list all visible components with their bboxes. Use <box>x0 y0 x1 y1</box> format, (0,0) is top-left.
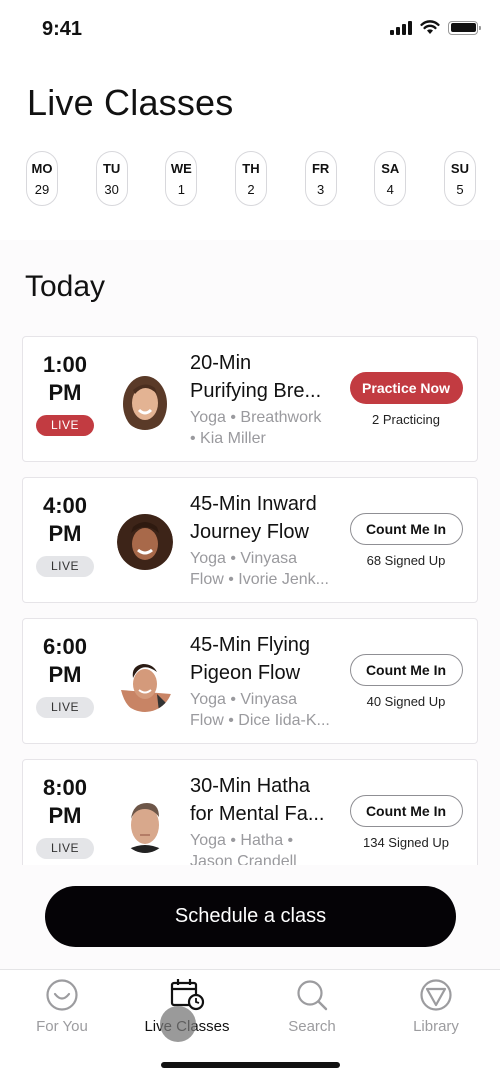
day-number: 3 <box>317 181 325 197</box>
day-name: FR <box>311 160 330 176</box>
class-title: Pigeon Flow <box>190 662 301 684</box>
battery-icon <box>448 20 481 35</box>
class-action: Count Me In 68 Signed Up <box>349 513 463 568</box>
schedule-class-button[interactable]: Schedule a class <box>45 886 456 947</box>
class-info: 45-Min Inward Journey Flow Yoga • Vinyas… <box>190 490 350 590</box>
class-title: Journey Flow <box>190 521 309 543</box>
class-list-area[interactable]: Today 1:00 PM LIVE 20-Min Purifying Bre.… <box>0 240 500 970</box>
class-info: 20-Min Purifying Bre... Yoga • Breathwor… <box>190 349 350 449</box>
smile-icon <box>46 979 78 1011</box>
day-name: SU <box>450 160 469 176</box>
class-time: 6:00 PM LIVE <box>23 633 107 718</box>
count-me-in-button[interactable]: Count Me In <box>349 795 463 827</box>
page-title: Live Classes <box>27 82 234 123</box>
tab-label: Library <box>413 1018 459 1035</box>
day-number: 1 <box>177 181 185 197</box>
class-time: 1:00 PM LIVE <box>23 351 107 436</box>
touch-indicator <box>160 1006 196 1042</box>
practice-now-button[interactable]: Practice Now <box>349 372 463 404</box>
day-pill-sa[interactable]: SA 4 <box>374 151 407 206</box>
day-number: 5 <box>456 181 464 197</box>
day-pill-mo[interactable]: MO 29 <box>26 151 58 206</box>
tab-library[interactable]: Library <box>381 978 491 1035</box>
day-number: 4 <box>386 181 394 197</box>
day-name: MO <box>31 160 53 176</box>
class-action: Practice Now 2 Practicing <box>349 372 463 427</box>
tab-search[interactable]: Search <box>257 978 367 1035</box>
day-number: 29 <box>34 181 50 197</box>
time-hour: 1:00 <box>42 352 88 377</box>
live-badge: LIVE <box>36 415 94 436</box>
instructor-avatar <box>117 513 173 571</box>
day-name: TU <box>102 160 121 176</box>
count-me-in-button[interactable]: Count Me In <box>349 513 463 545</box>
day-pill-fr[interactable]: FR 3 <box>304 151 337 206</box>
live-badge: LIVE <box>36 838 94 859</box>
day-number: 2 <box>247 181 255 197</box>
day-pill-tu[interactable]: TU 30 <box>95 151 128 206</box>
class-title: 30-Min Hatha <box>190 775 311 797</box>
day-pill-su[interactable]: SU 5 <box>443 151 476 206</box>
time-ampm: PM <box>48 662 82 687</box>
class-title: 45-Min Flying <box>190 634 311 656</box>
class-meta: Yoga • Vinyasa <box>190 550 298 567</box>
class-meta: Yoga • Hatha • <box>190 832 294 849</box>
class-title: for Mental Fa... <box>190 803 325 825</box>
tab-for-you[interactable]: For You <box>7 978 117 1035</box>
instructor-avatar <box>119 372 171 430</box>
class-meta: • Kia Miller <box>190 430 266 447</box>
time-ampm: PM <box>48 803 82 828</box>
class-time: 8:00 PM LIVE <box>23 774 107 859</box>
day-name: TH <box>242 160 260 176</box>
library-triangle-icon <box>420 979 452 1011</box>
class-action: Count Me In 40 Signed Up <box>349 654 463 709</box>
participant-count: 2 Practicing <box>372 412 440 427</box>
wifi-icon <box>420 20 440 34</box>
time-hour: 4:00 <box>42 493 88 518</box>
status-time: 9:41 <box>42 18 83 40</box>
participant-count: 68 Signed Up <box>366 553 446 568</box>
day-number: 30 <box>104 181 119 197</box>
time-hour: 6:00 <box>42 634 88 659</box>
class-title: 45-Min Inward <box>190 493 317 515</box>
time-ampm: PM <box>48 521 82 546</box>
cellular-signal-icon <box>390 20 412 35</box>
time-ampm: PM <box>48 380 82 405</box>
count-me-in-button[interactable]: Count Me In <box>349 654 463 686</box>
class-card[interactable]: 4:00 PM LIVE 45-Min Inward Journey Flow … <box>22 477 478 603</box>
instructor-avatar <box>119 795 171 853</box>
class-card[interactable]: 6:00 PM LIVE 45-Min Flying Pigeon Flow Y… <box>22 618 478 744</box>
participant-count: 134 Signed Up <box>362 835 449 850</box>
day-pill-th[interactable]: TH 2 <box>234 151 267 206</box>
class-action: Count Me In 134 Signed Up <box>349 795 463 850</box>
live-badge: LIVE <box>36 556 94 577</box>
tab-label: For You <box>36 1018 88 1035</box>
search-icon <box>297 980 328 1011</box>
class-info: 45-Min Flying Pigeon Flow Yoga • Vinyasa… <box>190 631 350 731</box>
day-selector: MO 29 TU 30 WE 1 TH 2 FR 3 SA 4 SU 5 <box>26 151 476 206</box>
class-meta: Flow • Dice Iida-K... <box>190 712 330 729</box>
class-meta: Flow • Ivorie Jenk... <box>190 571 329 588</box>
live-badge: LIVE <box>36 697 94 718</box>
class-title: Purifying Bre... <box>190 380 322 402</box>
day-pill-we[interactable]: WE 1 <box>165 151 198 206</box>
day-name: WE <box>170 160 192 176</box>
class-meta: Yoga • Breathwork <box>190 409 322 426</box>
class-time: 4:00 PM LIVE <box>23 492 107 577</box>
status-bar: 9:41 <box>0 0 500 60</box>
tab-label: Search <box>288 1018 336 1035</box>
class-card[interactable]: 1:00 PM LIVE 20-Min Purifying Bre... Yog… <box>22 336 478 462</box>
class-title: 20-Min <box>190 352 252 374</box>
status-icons <box>390 20 481 35</box>
class-meta: Yoga • Vinyasa <box>190 691 298 708</box>
home-indicator[interactable] <box>161 1062 340 1068</box>
participant-count: 40 Signed Up <box>366 694 446 709</box>
time-hour: 8:00 <box>42 775 88 800</box>
instructor-avatar <box>117 654 173 712</box>
day-name: SA <box>381 160 400 176</box>
class-info: 30-Min Hatha for Mental Fa... Yoga • Hat… <box>190 772 350 872</box>
section-title: Today <box>25 270 106 303</box>
